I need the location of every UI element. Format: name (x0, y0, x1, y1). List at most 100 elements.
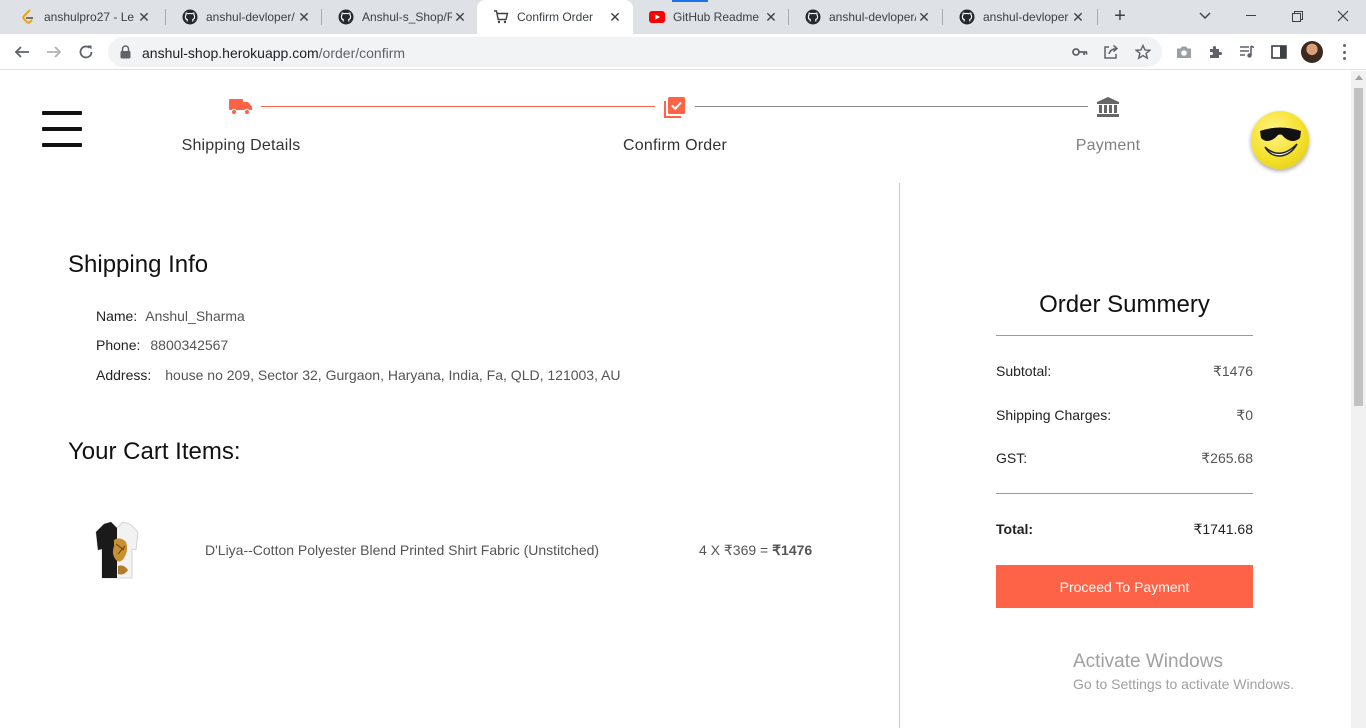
shipping-address-row: Address: house no 209, Sector 32, Gurgaon… (96, 367, 621, 383)
stepper-connector-done (261, 106, 655, 107)
page-content: Shipping Details Confirm Order Payment S… (0, 71, 1351, 728)
profile-avatar[interactable] (1301, 41, 1323, 63)
gst-label: GST: (996, 450, 1028, 466)
forward-button[interactable] (40, 38, 68, 66)
tab-close-icon[interactable]: ✕ (1070, 9, 1086, 25)
scrollbar-thumb[interactable] (1354, 88, 1363, 406)
github-icon (182, 9, 198, 25)
total-value: ₹1741.68 (1193, 521, 1253, 537)
address-label: Address: (96, 367, 152, 383)
tab-close-icon[interactable]: ✕ (607, 9, 623, 25)
back-button[interactable] (8, 38, 36, 66)
cart-icon (493, 9, 509, 25)
user-avatar[interactable] (1251, 111, 1309, 169)
media-control-icon[interactable] (1239, 44, 1255, 60)
tab-title: anshul-devloper (983, 10, 1069, 24)
tab-close-icon[interactable]: ✕ (763, 9, 779, 25)
cart-item-name[interactable]: D'Liya--Cotton Polyester Blend Printed S… (205, 542, 599, 558)
url-host: anshul-shop.herokuapp.com (142, 45, 319, 61)
product-thumbnail (94, 520, 140, 580)
github-icon (338, 9, 354, 25)
order-summary-title: Order Summery (1039, 291, 1210, 318)
tab-title: anshul-devloper/ (206, 10, 295, 24)
shipping-charges-value: ₹0 (1236, 407, 1253, 423)
tab-github-4[interactable]: anshul-devloper ✕ (943, 0, 1096, 34)
cart-item-line-total: ₹1476 (772, 542, 813, 558)
gst-row: GST: ₹265.68 (996, 450, 1253, 467)
camera-icon[interactable] (1176, 44, 1192, 60)
tab-title: anshulpro27 - Le (44, 10, 135, 24)
tab-confirm-order[interactable]: Confirm Order ✕ (477, 0, 633, 34)
page-scrollbar[interactable] (1351, 71, 1366, 728)
tab-title: Anshul-s_Shop/R (362, 10, 452, 24)
shipping-charges-row: Shipping Charges: ₹0 (996, 407, 1253, 424)
scroll-up-arrow-icon[interactable] (1355, 75, 1363, 80)
bookmark-star-icon[interactable] (1135, 44, 1151, 60)
github-icon (805, 9, 821, 25)
url-path: /order/confirm (318, 45, 406, 61)
tab-search-button[interactable] (1182, 0, 1228, 32)
step-label-payment: Payment (1075, 137, 1141, 154)
activate-windows-subtitle: Go to Settings to activate Windows. (1073, 676, 1294, 692)
tab-close-icon[interactable]: ✕ (452, 9, 468, 25)
reload-button[interactable] (72, 38, 100, 66)
minimize-button[interactable] (1228, 0, 1274, 32)
check-box-icon (663, 96, 687, 118)
restore-button[interactable] (1274, 0, 1320, 32)
leetcode-icon (20, 9, 36, 25)
step-label-confirm: Confirm Order (623, 137, 727, 154)
vertical-divider (899, 183, 900, 728)
shipping-phone-row: Phone: 8800342567 (96, 337, 228, 353)
total-row: Total: ₹1741.68 (996, 521, 1253, 538)
tab-close-icon[interactable]: ✕ (916, 9, 932, 25)
address-bar[interactable]: anshul-shop.herokuapp.com/order/confirm (108, 37, 1162, 67)
summary-divider-bottom (996, 493, 1253, 494)
phone-value: 8800342567 (150, 337, 229, 353)
subtotal-label: Subtotal: (996, 363, 1052, 379)
shipping-name-row: Name: Anshul_Sharma (96, 308, 245, 324)
tab-github-1[interactable]: anshul-devloper/ ✕ (166, 0, 322, 34)
proceed-to-payment-button[interactable]: Proceed To Payment (996, 565, 1253, 608)
github-icon (959, 9, 975, 25)
browser-menu-icon[interactable] (1336, 42, 1352, 62)
bank-icon (1096, 96, 1120, 118)
tab-youtube[interactable]: GitHub Readme I ✕ (633, 0, 789, 34)
name-label: Name: (96, 308, 138, 324)
tab-strip: anshulpro27 - Le ✕ anshul-devloper/ ✕ An… (0, 0, 1366, 34)
cart-items-heading: Your Cart Items: (68, 438, 241, 465)
browser-toolbar: anshul-shop.herokuapp.com/order/confirm (0, 34, 1366, 70)
checkout-stepper: Shipping Details Confirm Order Payment (0, 71, 1351, 181)
summary-divider-top (996, 335, 1253, 336)
address-value: house no 209, Sector 32, Gurgaon, Haryan… (165, 367, 621, 383)
url-text: anshul-shop.herokuapp.com/order/confirm (142, 45, 405, 61)
tab-close-icon[interactable]: ✕ (136, 9, 152, 25)
activate-windows-watermark: Activate Windows Go to Settings to activ… (1073, 651, 1294, 692)
shipping-info-heading: Shipping Info (68, 251, 209, 278)
close-window-button[interactable] (1320, 0, 1366, 32)
tab-leetcode[interactable]: anshulpro27 - Le ✕ (4, 0, 162, 34)
new-tab-button[interactable]: + (1108, 5, 1132, 29)
step-label-shipping: Shipping Details (181, 137, 301, 154)
subtotal-row: Subtotal: ₹1476 (996, 363, 1253, 380)
truck-icon (229, 96, 253, 118)
tab-github-3[interactable]: anshul-devloper/ ✕ (789, 0, 942, 34)
cart-item-price: 4 X ₹369 = ₹1476 (699, 542, 812, 559)
subtotal-value: ₹1476 (1212, 363, 1253, 379)
side-panel-icon[interactable] (1271, 44, 1287, 60)
gst-value: ₹265.68 (1201, 450, 1253, 466)
activate-windows-title: Activate Windows (1073, 651, 1223, 672)
youtube-icon (649, 9, 665, 25)
total-label: Total: (996, 521, 1034, 537)
tab-title: Confirm Order (517, 10, 594, 24)
shipping-charges-label: Shipping Charges: (996, 407, 1112, 423)
tab-close-icon[interactable]: ✕ (296, 9, 312, 25)
key-icon[interactable] (1072, 44, 1088, 60)
name-value: Anshul_Sharma (145, 308, 245, 324)
cart-item-qty-price: 4 X ₹369 = (699, 542, 773, 558)
tab-github-2[interactable]: Anshul-s_Shop/R ✕ (322, 0, 478, 34)
share-icon[interactable] (1103, 44, 1119, 60)
lock-icon[interactable] (120, 45, 131, 64)
tab-title: GitHub Readme I (673, 10, 763, 24)
stepper-connector-pending (695, 106, 1088, 107)
extensions-icon[interactable] (1208, 44, 1224, 60)
